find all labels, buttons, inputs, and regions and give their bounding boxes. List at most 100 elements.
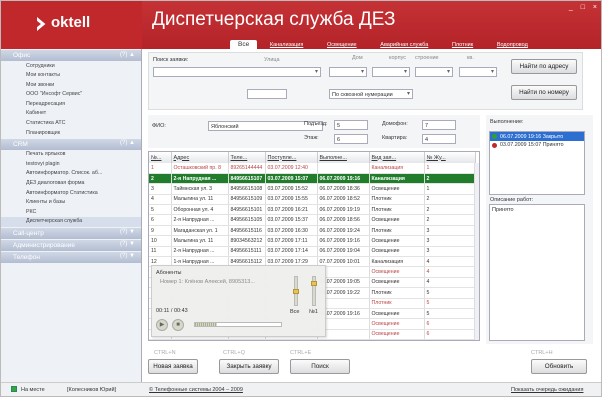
show-queue-link[interactable]: Показать очередь ожидания: [511, 387, 583, 393]
chevron-down-icon[interactable]: (?) ▼: [120, 253, 135, 259]
chevron-up-icon[interactable]: (?) ▲: [120, 140, 135, 146]
sidebar-item[interactable]: Переадресация: [1, 99, 141, 109]
chevron-down-icon[interactable]: (?) ▼: [120, 229, 135, 235]
table-row[interactable]: 6 2-я Напрудная ... 84956615105 03.07.2009 …: [149, 214, 476, 226]
chevron-up-icon[interactable]: (?) ▲: [120, 52, 135, 58]
sidebar-item[interactable]: Автоинформатор Статистика: [1, 188, 141, 198]
sidebar-item[interactable]: РКС: [1, 207, 141, 217]
execution-item[interactable]: 03.07.2009 15:07 Принято: [490, 141, 584, 150]
player-time: 00:11 / 00:43: [156, 308, 188, 314]
number-input[interactable]: [247, 89, 287, 99]
kv-label: кв.: [467, 55, 474, 61]
table-row[interactable]: 10 Малыгина ул. 11 89034563212 03.07.2009 1…: [149, 235, 476, 247]
stop-icon[interactable]: ■: [172, 319, 184, 331]
volume-n1-slider[interactable]: [311, 276, 317, 306]
column-header[interactable]: Теле...: [228, 152, 266, 163]
sidebar-item[interactable]: Кабинет: [1, 109, 141, 119]
tab-kanalizaciya[interactable]: Канализация: [259, 40, 314, 50]
column-header[interactable]: Выполне...: [317, 152, 370, 163]
maximize-button[interactable]: □: [581, 4, 585, 11]
refresh-button[interactable]: Обновить: [531, 359, 587, 374]
section-label: CRM: [13, 140, 28, 148]
table-row[interactable]: 9 Магаданская ул. 1 84956615116 03.07.2009 …: [149, 225, 476, 237]
sidebar-item[interactable]: Мои контакты: [1, 71, 141, 81]
table-cell: 3: [149, 183, 172, 195]
vertical-scrollbar[interactable]: [474, 163, 479, 340]
sidebar-item[interactable]: Печать ярлыков: [1, 150, 141, 160]
section-phone[interactable]: Телефон (?) ▼: [1, 251, 141, 263]
kvartira-field[interactable]: 4: [422, 134, 456, 144]
page-title: Диспетчерская служба ДЕЗ: [152, 9, 396, 30]
execution-list: 06.07.2009 19:16 Закрыто 03.07.2009 15:07…: [489, 131, 585, 195]
minimize-button[interactable]: _: [569, 4, 573, 11]
search-button[interactable]: Поиск: [290, 359, 350, 374]
tab-plotnik[interactable]: Плотник: [441, 40, 484, 50]
table-cell: 03.07.2009 15:37: [265, 214, 318, 226]
close-button[interactable]: ×: [593, 4, 597, 11]
tab-all[interactable]: Все: [230, 40, 258, 50]
section-crm[interactable]: CRM (?) ▲: [1, 138, 141, 150]
street-select[interactable]: [153, 67, 321, 77]
table-row[interactable]: 1 Осташковский пр. 8 89265144444 03.07.2009…: [149, 163, 476, 174]
hint-new: CTRL+N: [154, 350, 176, 356]
table-cell: Плотник: [369, 287, 425, 299]
volume-all-slider[interactable]: [293, 276, 299, 306]
column-header[interactable]: №...: [149, 152, 172, 163]
table-cell: 84956615108: [228, 183, 266, 195]
table-cell: 11: [149, 246, 172, 258]
sidebar-item[interactable]: Автоинформатор. Список. аб...: [1, 169, 141, 179]
tab-osveshchenie[interactable]: Освещение: [316, 40, 368, 50]
table-cell: Плотник: [369, 298, 425, 309]
chevron-down-icon[interactable]: (?) ▼: [120, 241, 135, 247]
sidebar-item[interactable]: Диспетчерская служба: [1, 216, 141, 227]
table-cell: Плотник: [369, 194, 425, 206]
tab-vodoprovod[interactable]: Водопровод: [486, 40, 539, 50]
kv-select[interactable]: [459, 67, 497, 77]
column-header[interactable]: № Жу...: [424, 152, 476, 163]
table-row[interactable]: 2 2-я Напрудная ... 84956615107 03.07.2009 …: [149, 173, 476, 185]
korpus-select[interactable]: [372, 67, 410, 77]
section-label: Администрирование: [13, 241, 75, 249]
house-select[interactable]: [329, 67, 367, 77]
find-by-address-button[interactable]: Найти по адресу: [511, 59, 577, 74]
table-row[interactable]: 11 2-я Напрудная ... 84956615111 03.07.2009…: [149, 246, 476, 258]
presence-select[interactable]: На месте: [21, 387, 45, 393]
sidebar-item[interactable]: Клиенты и базы: [1, 198, 141, 208]
table-cell: 06.07.2009 19:16: [317, 173, 370, 185]
work-description-field[interactable]: Принято: [489, 204, 585, 341]
sidebar-item[interactable]: Мои звонки: [1, 80, 141, 90]
etazh-field[interactable]: 6: [334, 134, 368, 144]
stroenie-select[interactable]: [415, 67, 453, 77]
close-request-button[interactable]: Закрыть заявку: [219, 359, 279, 374]
sidebar-item[interactable]: Сотрудники: [1, 61, 141, 71]
find-by-number-button[interactable]: Найти по номеру: [511, 85, 577, 100]
sidebar-item[interactable]: Планировщик: [1, 128, 141, 138]
table-header: №... Адрес Теле... Поступле... Выполне... Вид…: [149, 152, 476, 163]
table-row[interactable]: 5 Оборонная ул. 4 84956615101 03.07.2009 16…: [149, 204, 476, 216]
sidebar-item[interactable]: ДЕЗ диалоговая форма: [1, 179, 141, 189]
table-row[interactable]: 4 Малыгина ул. 11 84956615109 03.07.2009 15…: [149, 194, 476, 206]
execution-item-text: 03.07.2009 15:07 Принято: [500, 142, 564, 148]
table-row[interactable]: 3 Таймнская ул. 3 84956615108 03.07.2009 15…: [149, 183, 476, 195]
column-header[interactable]: Адрес: [171, 152, 229, 163]
section-admin[interactable]: Администрирование (?) ▼: [1, 239, 141, 251]
table-cell: 4: [424, 277, 476, 289]
column-header[interactable]: Вид зая...: [369, 152, 425, 163]
podezd-field[interactable]: 5: [334, 120, 368, 130]
tab-avariynaya[interactable]: Аварийная служба: [369, 40, 439, 50]
execution-item[interactable]: 06.07.2009 19:16 Закрыто: [490, 132, 584, 141]
domofon-field[interactable]: 7: [422, 120, 456, 130]
copyright-link[interactable]: © Телефонные системы 2004 – 2009: [149, 387, 243, 393]
play-icon[interactable]: ▶: [156, 319, 168, 331]
numbering-select[interactable]: По сквозной нумерации: [329, 89, 413, 99]
new-request-button[interactable]: Новая заявка: [148, 359, 198, 374]
sidebar-item[interactable]: ООО "Инсофт Сервис": [1, 90, 141, 100]
section-call-center[interactable]: Call-центр (?) ▼: [1, 227, 141, 239]
section-office[interactable]: Офис (?) ▲: [1, 50, 141, 61]
table-cell: 06.07.2009 18:52: [317, 194, 370, 206]
sidebar-item[interactable]: testovyi plagin: [1, 159, 141, 169]
playback-progress-fill: [195, 323, 218, 326]
playback-progress[interactable]: [194, 322, 282, 327]
sidebar-item[interactable]: Статистика АТС: [1, 119, 141, 129]
column-header[interactable]: Поступле...: [265, 152, 318, 163]
